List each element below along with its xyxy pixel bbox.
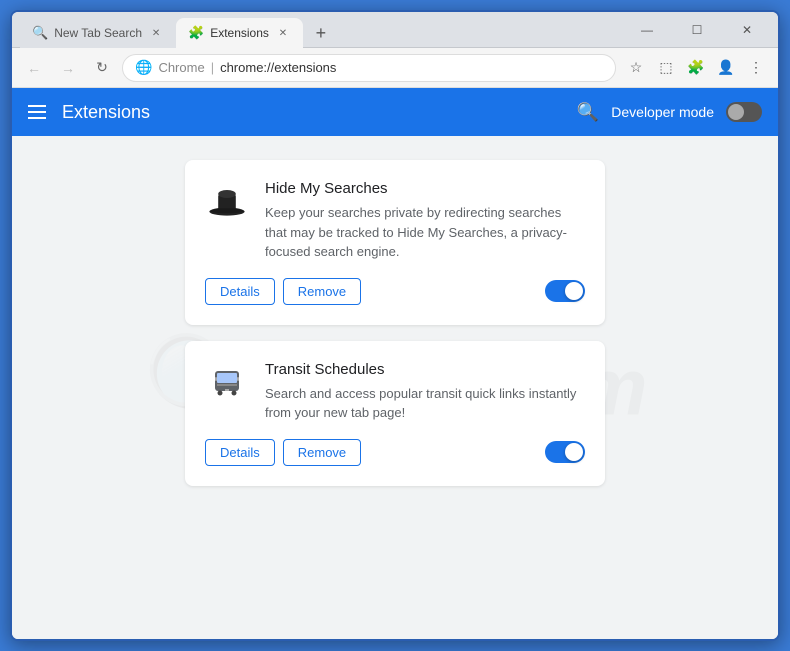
close-button[interactable]: ✕ <box>724 14 770 46</box>
tab2-label: Extensions <box>210 26 269 40</box>
tab1-close-button[interactable]: ✕ <box>148 25 164 41</box>
ext2-info: Transit Schedules Search and access popu… <box>265 361 585 423</box>
hamburger-line2 <box>28 111 46 113</box>
toolbar-icons: ☆ ⬚ 🧩 👤 ⋮ <box>622 54 770 82</box>
ext1-details-button[interactable]: Details <box>205 278 275 305</box>
reload-button[interactable]: ↻ <box>88 54 116 82</box>
extensions-header: Extensions 🔍 Developer mode <box>12 88 778 136</box>
address-chrome-label: Chrome <box>158 60 204 75</box>
tab2-close-button[interactable]: ✕ <box>275 25 291 41</box>
tab-extensions[interactable]: 🧩 Extensions ✕ <box>176 18 303 48</box>
ext2-remove-button[interactable]: Remove <box>283 439 361 466</box>
ext1-buttons: Details Remove <box>205 278 361 305</box>
ext1-description: Keep your searches private by redirectin… <box>265 203 585 262</box>
extensions-content: 🔍 risky.com Hide My Searches <box>12 136 778 639</box>
address-separator: | <box>211 60 214 75</box>
hamburger-menu-button[interactable] <box>28 105 46 119</box>
card-bottom-1: Details Remove <box>205 278 585 305</box>
new-tab-button[interactable]: + <box>307 19 335 47</box>
tab-area: 🔍 New Tab Search ✕ 🧩 Extensions ✕ + <box>20 12 616 47</box>
tab-new-tab-search[interactable]: 🔍 New Tab Search ✕ <box>20 18 176 48</box>
tab1-label: New Tab Search <box>54 26 142 40</box>
header-right: 🔍 Developer mode <box>577 102 762 123</box>
title-bar: 🔍 New Tab Search ✕ 🧩 Extensions ✕ + — ☐ … <box>12 12 778 48</box>
hamburger-line3 <box>28 117 46 119</box>
card-top-1: Hide My Searches Keep your searches priv… <box>205 180 585 262</box>
address-input[interactable]: 🌐 Chrome | chrome://extensions <box>122 54 616 82</box>
forward-button[interactable]: → <box>54 54 82 82</box>
ext1-toggle[interactable] <box>545 280 585 302</box>
profile-icon[interactable]: 👤 <box>712 54 740 82</box>
ext2-description: Search and access popular transit quick … <box>265 384 585 423</box>
toggle-knob <box>728 104 744 120</box>
hide-my-searches-icon <box>205 180 249 224</box>
address-url: chrome://extensions <box>220 60 336 75</box>
maximize-button[interactable]: ☐ <box>674 14 720 46</box>
search-icon-header[interactable]: 🔍 <box>577 102 599 123</box>
hamburger-line1 <box>28 105 46 107</box>
card-bottom-2: Details Remove <box>205 439 585 466</box>
search-tab-icon: 🔍 <box>32 25 48 41</box>
developer-mode-label: Developer mode <box>611 104 714 120</box>
developer-mode-toggle[interactable] <box>726 102 762 122</box>
globe-icon: 🌐 <box>135 59 152 76</box>
ext1-remove-button[interactable]: Remove <box>283 278 361 305</box>
header-left: Extensions <box>28 102 150 123</box>
ext1-toggle-knob <box>565 282 583 300</box>
extension-card-hide-my-searches: Hide My Searches Keep your searches priv… <box>185 160 605 325</box>
minimize-button[interactable]: — <box>624 14 670 46</box>
ext2-details-button[interactable]: Details <box>205 439 275 466</box>
extensions-icon[interactable]: 🧩 <box>682 54 710 82</box>
puzzle-tab-icon: 🧩 <box>188 25 204 41</box>
ext1-info: Hide My Searches Keep your searches priv… <box>265 180 585 262</box>
extension-card-transit-schedules: Transit Schedules Search and access popu… <box>185 341 605 486</box>
screenshot-icon[interactable]: ⬚ <box>652 54 680 82</box>
back-button[interactable]: ← <box>20 54 48 82</box>
card-top-2: Transit Schedules Search and access popu… <box>205 361 585 423</box>
bookmark-icon[interactable]: ☆ <box>622 54 650 82</box>
browser-window: 🔍 New Tab Search ✕ 🧩 Extensions ✕ + — ☐ … <box>10 10 780 641</box>
menu-icon[interactable]: ⋮ <box>742 54 770 82</box>
window-controls: — ☐ ✕ <box>624 14 770 46</box>
ext2-toggle[interactable] <box>545 441 585 463</box>
ext2-name: Transit Schedules <box>265 361 585 378</box>
extensions-page-title: Extensions <box>62 102 150 123</box>
ext1-name: Hide My Searches <box>265 180 585 197</box>
ext2-toggle-knob <box>565 443 583 461</box>
address-bar: ← → ↻ 🌐 Chrome | chrome://extensions ☆ ⬚… <box>12 48 778 88</box>
ext2-buttons: Details Remove <box>205 439 361 466</box>
transit-schedules-icon <box>205 361 249 405</box>
